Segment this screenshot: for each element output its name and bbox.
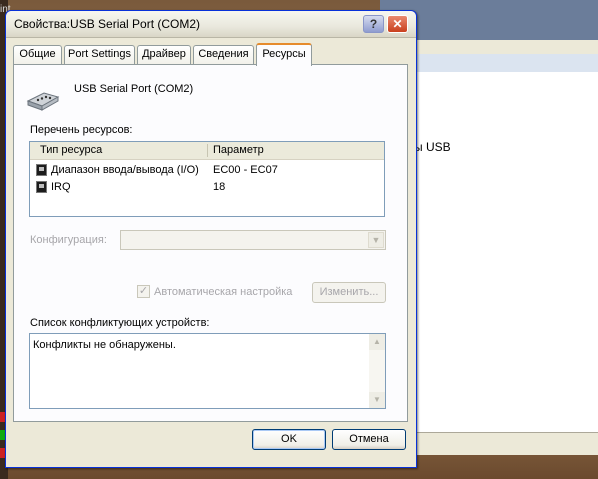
resources-list-header: Тип ресурса Параметр [30, 142, 384, 160]
irq-icon [36, 181, 47, 193]
resource-value: 18 [213, 181, 226, 193]
change-button[interactable]: Изменить... [312, 282, 386, 303]
chevron-down-icon[interactable]: ▼ [368, 232, 384, 248]
tab-general[interactable]: Общие [13, 45, 62, 64]
tab-details[interactable]: Сведения [193, 45, 254, 64]
conflicts-textarea[interactable]: Конфликты не обнаружены. ▲ ▼ [29, 333, 386, 409]
configuration-label: Конфигурация: [30, 234, 107, 246]
conflicts-scrollbar[interactable]: ▲ ▼ [369, 334, 385, 408]
dialog-title: Свойства:USB Serial Port (COM2) [14, 17, 201, 31]
help-button[interactable]: ? [363, 15, 384, 33]
scroll-up-icon[interactable]: ▲ [369, 334, 385, 350]
list-item[interactable]: IRQ 18 [30, 180, 384, 196]
column-header-resource-type[interactable]: Тип ресурса [40, 144, 102, 156]
background-text: ы USB [414, 140, 451, 154]
tab-driver[interactable]: Драйвер [137, 45, 191, 64]
auto-settings-checkbox[interactable]: ✓ [137, 285, 150, 298]
properties-dialog: Свойства:USB Serial Port (COM2) ? ✕ Общи… [5, 10, 417, 468]
resource-value: EC00 - EC07 [213, 164, 278, 176]
device-name: USB Serial Port (COM2) [74, 83, 194, 95]
close-button[interactable]: ✕ [387, 15, 408, 33]
io-range-icon [36, 164, 47, 176]
cancel-button[interactable]: Отмена [332, 429, 406, 450]
conflicts-text: Конфликты не обнаружены. [33, 339, 176, 351]
column-separator[interactable] [207, 144, 208, 157]
configuration-select[interactable]: ▼ [120, 230, 386, 250]
list-item[interactable]: Диапазон ввода/вывода (I/O) EC00 - EC07 [30, 163, 384, 179]
auto-settings-label: Автоматическая настройка [154, 286, 293, 298]
scroll-down-icon[interactable]: ▼ [369, 392, 385, 408]
serial-port-icon [26, 92, 60, 111]
conflicts-label: Список конфликтующих устройств: [30, 317, 210, 329]
resource-type: Диапазон ввода/вывода (I/O) [51, 164, 199, 176]
ok-button[interactable]: OK [252, 429, 326, 450]
resource-type: IRQ [51, 181, 71, 193]
tab-resources[interactable]: Ресурсы [256, 43, 312, 66]
resources-list[interactable]: Тип ресурса Параметр Диапазон ввода/выво… [29, 141, 385, 217]
dialog-titlebar[interactable]: Свойства:USB Serial Port (COM2) ? ✕ [6, 11, 416, 38]
column-header-parameter[interactable]: Параметр [213, 144, 264, 156]
resources-label: Перечень ресурсов: [30, 124, 133, 136]
tab-port-settings[interactable]: Port Settings [64, 45, 135, 64]
